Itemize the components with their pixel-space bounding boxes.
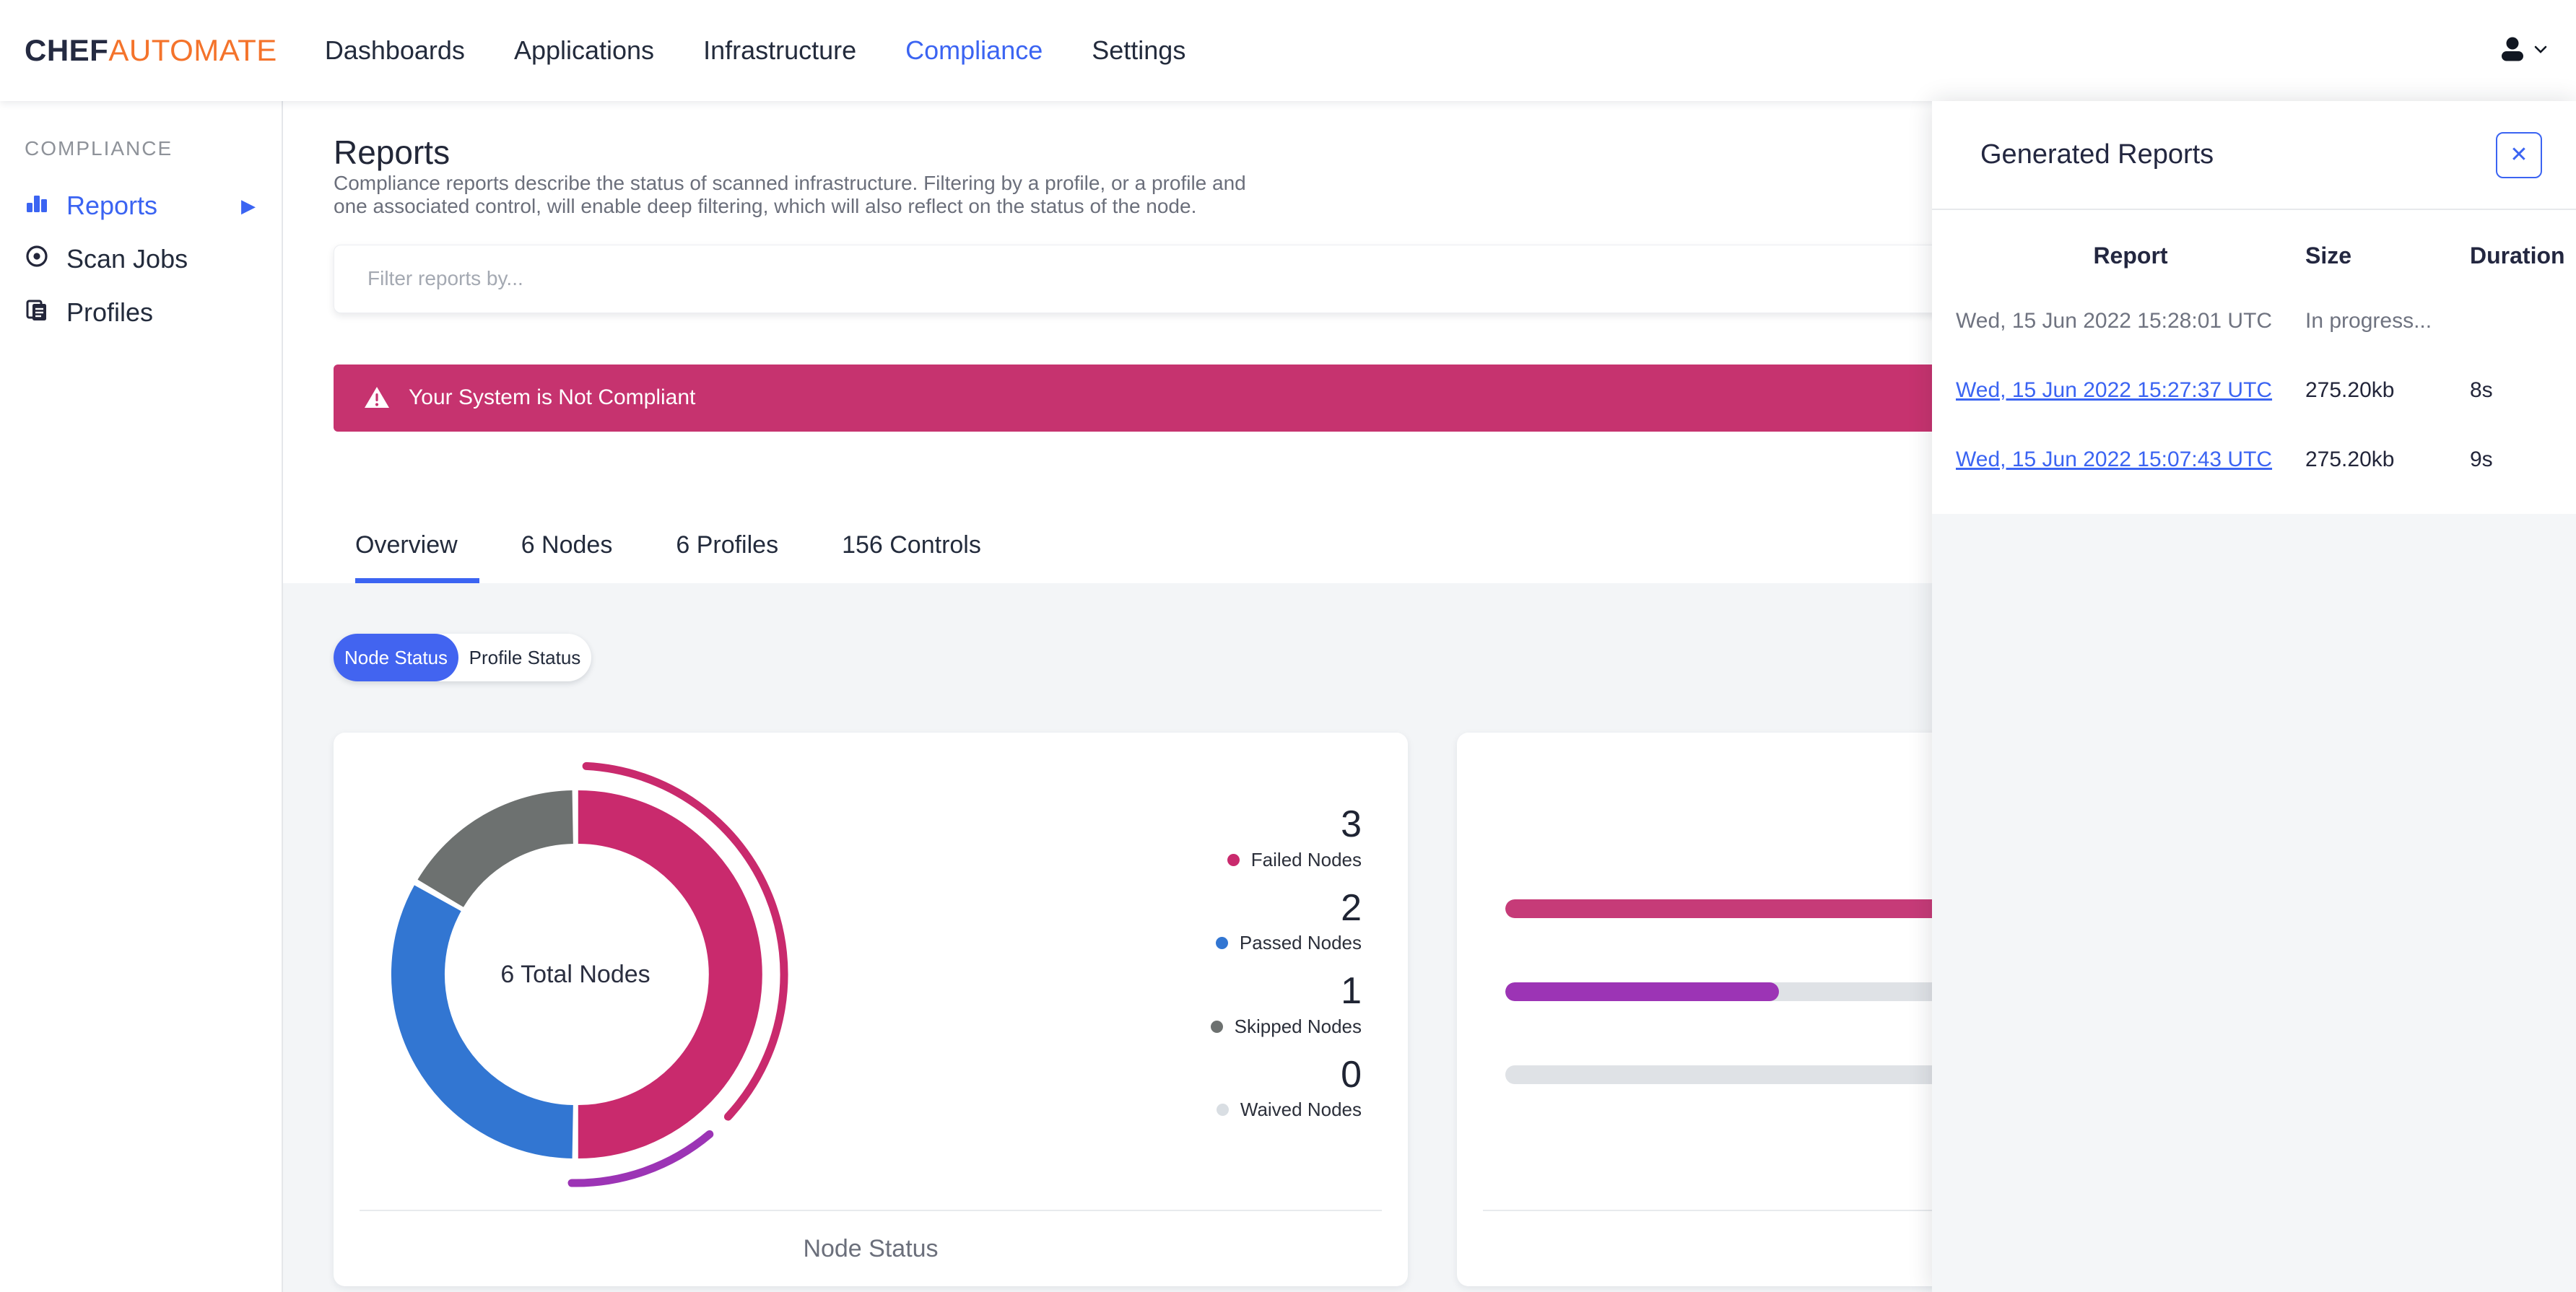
report-size: In progress... <box>2305 309 2432 333</box>
generated-reports-table: Report Size Duration Wed, 15 Jun 2022 15… <box>1932 210 2576 494</box>
node-status-legend: 3 Failed Nodes 2 Passed Nodes 1 Skipped … <box>1145 805 1362 1138</box>
donut-center-label: 6 Total Nodes <box>500 961 650 988</box>
sidebar-section-label: COMPLIANCE <box>25 137 173 160</box>
nav-item-settings[interactable]: Settings <box>1092 35 1185 66</box>
generated-reports-content: Generated Reports ✕ Report Size Duration… <box>1932 101 2576 514</box>
warning-icon <box>364 386 390 409</box>
chevron-down-icon <box>2534 44 2547 57</box>
legend-label: Waived Nodes <box>1240 1099 1362 1121</box>
table-header-row: Report Size Duration <box>1956 224 2569 287</box>
nav-item-compliance[interactable]: Compliance <box>905 35 1043 66</box>
tab-controls[interactable]: 156 Controls <box>842 531 1003 583</box>
generated-reports-panel: Generated Reports ✕ Report Size Duration… <box>1932 101 2576 1292</box>
sidebar-item-reports[interactable]: Reports ▶ <box>0 179 282 232</box>
report-duration: 8s <box>2470 378 2493 402</box>
donut-skipped-segment <box>417 790 574 908</box>
passed-count: 2 <box>1341 886 1362 929</box>
sidebar-item-scan-jobs[interactable]: Scan Jobs <box>0 232 282 286</box>
column-duration: Duration <box>2470 242 2565 269</box>
table-row: Wed, 15 Jun 2022 15:28:01 UTC In progres… <box>1956 287 2569 356</box>
failed-count: 3 <box>1341 803 1362 845</box>
column-report: Report <box>2093 242 2168 269</box>
scan-icon <box>25 244 49 275</box>
donut-passed-segment <box>391 885 574 1158</box>
report-size: 275.20kb <box>2305 448 2395 471</box>
legend-skipped: 1 Skipped Nodes <box>1145 972 1362 1038</box>
report-size: 275.20kb <box>2305 378 2395 402</box>
sidebar-item-label: Reports <box>66 191 158 220</box>
legend-label: Failed Nodes <box>1250 848 1362 870</box>
passed-dot-icon <box>1215 937 1228 950</box>
waived-dot-icon <box>1216 1104 1229 1117</box>
report-date: Wed, 15 Jun 2022 15:28:01 UTC <box>1956 309 2273 333</box>
legend-waived: 0 Waived Nodes <box>1145 1055 1362 1122</box>
column-size: Size <box>2305 242 2352 269</box>
panel-title: Generated Reports <box>1980 139 2214 170</box>
sidebar-item-profiles[interactable]: Profiles <box>0 286 282 339</box>
report-duration: 9s <box>2470 448 2493 471</box>
logo-automate: AUTOMATE <box>108 33 277 67</box>
profiles-icon <box>25 297 49 328</box>
top-nav: CHEFAUTOMATE Dashboards Applications Inf… <box>0 0 2576 101</box>
report-tabs: Overview 6 Nodes 6 Profiles 156 Controls <box>355 531 1045 583</box>
legend-label: Skipped Nodes <box>1234 1015 1362 1037</box>
primary-nav: Dashboards Applications Infrastructure C… <box>325 35 1186 66</box>
failed-dot-icon <box>1227 853 1240 866</box>
table-row: Wed, 15 Jun 2022 15:07:43 UTC 275.20kb 9… <box>1956 425 2569 494</box>
profile-status-toggle[interactable]: Profile Status <box>458 634 591 681</box>
nav-item-dashboards[interactable]: Dashboards <box>325 35 465 66</box>
report-link[interactable]: Wed, 15 Jun 2022 15:07:43 UTC <box>1956 448 2272 471</box>
bar-chart-icon <box>25 191 49 222</box>
table-row: Wed, 15 Jun 2022 15:27:37 UTC 275.20kb 8… <box>1956 356 2569 425</box>
status-toggle: Node Status Profile Status <box>334 634 591 681</box>
user-menu[interactable] <box>2498 35 2547 67</box>
chef-automate-logo[interactable]: CHEFAUTOMATE <box>25 33 277 68</box>
alert-text: Your System is Not Compliant <box>409 385 696 410</box>
sidebar-item-label: Profiles <box>66 297 154 327</box>
user-icon <box>2498 35 2527 67</box>
skipped-count: 1 <box>1341 970 1362 1013</box>
node-status-card-footer: Node Status <box>360 1210 1382 1286</box>
chevron-right-icon: ▶ <box>241 194 256 217</box>
generated-reports-header: Generated Reports ✕ <box>1932 101 2576 210</box>
waived-count: 0 <box>1341 1053 1362 1096</box>
nav-item-infrastructure[interactable]: Infrastructure <box>703 35 856 66</box>
compliance-sidebar: COMPLIANCE Reports ▶ Scan Jobs Profiles <box>0 101 283 1292</box>
node-status-toggle[interactable]: Node Status <box>334 634 458 681</box>
close-icon[interactable]: ✕ <box>2496 131 2542 178</box>
legend-label: Passed Nodes <box>1239 932 1362 954</box>
node-status-card: 6 Total Nodes 3 Failed Nodes 2 Passed No… <box>334 733 1408 1286</box>
logo-chef: CHEF <box>25 33 109 67</box>
tab-overview[interactable]: Overview <box>355 531 479 583</box>
chef-automate-app: CHEFAUTOMATE Dashboards Applications Inf… <box>0 0 2576 1292</box>
sidebar-item-label: Scan Jobs <box>66 244 188 274</box>
skipped-dot-icon <box>1210 1020 1223 1033</box>
legend-failed: 3 Failed Nodes <box>1145 805 1362 871</box>
report-link[interactable]: Wed, 15 Jun 2022 15:27:37 UTC <box>1956 378 2272 402</box>
legend-passed: 2 Passed Nodes <box>1145 886 1362 955</box>
nav-item-applications[interactable]: Applications <box>514 35 654 66</box>
tab-profiles[interactable]: 6 Profiles <box>676 531 800 583</box>
tab-nodes[interactable]: 6 Nodes <box>521 531 635 583</box>
page-description: Compliance reports describe the status o… <box>334 172 1246 218</box>
